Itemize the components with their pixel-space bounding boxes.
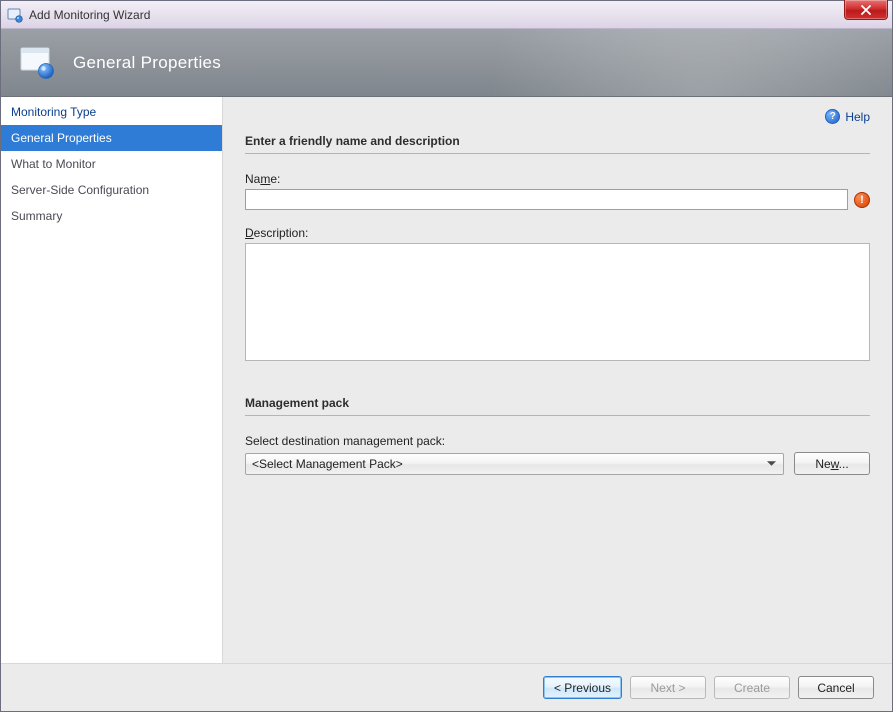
sidebar-item-label: Server-Side Configuration	[11, 183, 149, 197]
body: Monitoring Type General Properties What …	[1, 97, 892, 663]
wizard-window: Add Monitoring Wizard Gener	[0, 0, 893, 712]
footer: < Previous Next > Create Cancel	[1, 663, 892, 711]
help-icon: ?	[825, 109, 840, 124]
sidebar-item-general-properties[interactable]: General Properties	[1, 125, 222, 151]
management-pack-selected-text: <Select Management Pack>	[252, 457, 763, 471]
name-error-icon: !	[854, 192, 870, 208]
previous-button[interactable]: < Previous	[543, 676, 622, 699]
sidebar-item-label: General Properties	[11, 131, 112, 145]
sidebar-item-what-to-monitor[interactable]: What to Monitor	[1, 151, 222, 177]
help-row: ? Help	[245, 109, 870, 124]
next-button[interactable]: Next >	[630, 676, 706, 699]
management-pack-label: Select destination management pack:	[245, 434, 870, 448]
sidebar-item-label: What to Monitor	[11, 157, 96, 171]
header-title: General Properties	[73, 53, 221, 73]
help-link[interactable]: ? Help	[825, 109, 870, 124]
description-wrap	[245, 243, 870, 364]
management-pack-row: <Select Management Pack> New...	[245, 452, 870, 475]
wizard-app-icon	[7, 7, 23, 23]
content-panel: ? Help Enter a friendly name and descrip…	[223, 97, 892, 663]
name-row: !	[245, 189, 870, 210]
name-label: Name:	[245, 172, 870, 186]
create-button[interactable]: Create	[714, 676, 790, 699]
header-page-icon	[19, 45, 55, 81]
description-textarea[interactable]	[245, 243, 870, 361]
window-title: Add Monitoring Wizard	[29, 8, 150, 22]
sidebar-item-label: Monitoring Type	[11, 105, 96, 119]
close-button[interactable]	[844, 0, 888, 20]
management-pack-select[interactable]: <Select Management Pack>	[245, 453, 784, 475]
new-management-pack-button[interactable]: New...	[794, 452, 870, 475]
sidebar-item-server-side-configuration[interactable]: Server-Side Configuration	[1, 177, 222, 203]
section-management-pack-title: Management pack	[245, 390, 870, 416]
header-band: General Properties	[1, 29, 892, 97]
sidebar-item-summary[interactable]: Summary	[1, 203, 222, 229]
chevron-down-icon	[763, 454, 779, 474]
name-input[interactable]	[245, 189, 848, 210]
cancel-button[interactable]: Cancel	[798, 676, 874, 699]
sidebar-item-monitoring-type[interactable]: Monitoring Type	[1, 99, 222, 125]
close-icon	[860, 5, 872, 15]
section-name-desc-title: Enter a friendly name and description	[245, 128, 870, 154]
description-label: Description:	[245, 226, 870, 240]
sidebar-item-label: Summary	[11, 209, 62, 223]
wizard-steps-sidebar: Monitoring Type General Properties What …	[1, 97, 223, 663]
help-label: Help	[845, 110, 870, 124]
titlebar: Add Monitoring Wizard	[1, 1, 892, 29]
